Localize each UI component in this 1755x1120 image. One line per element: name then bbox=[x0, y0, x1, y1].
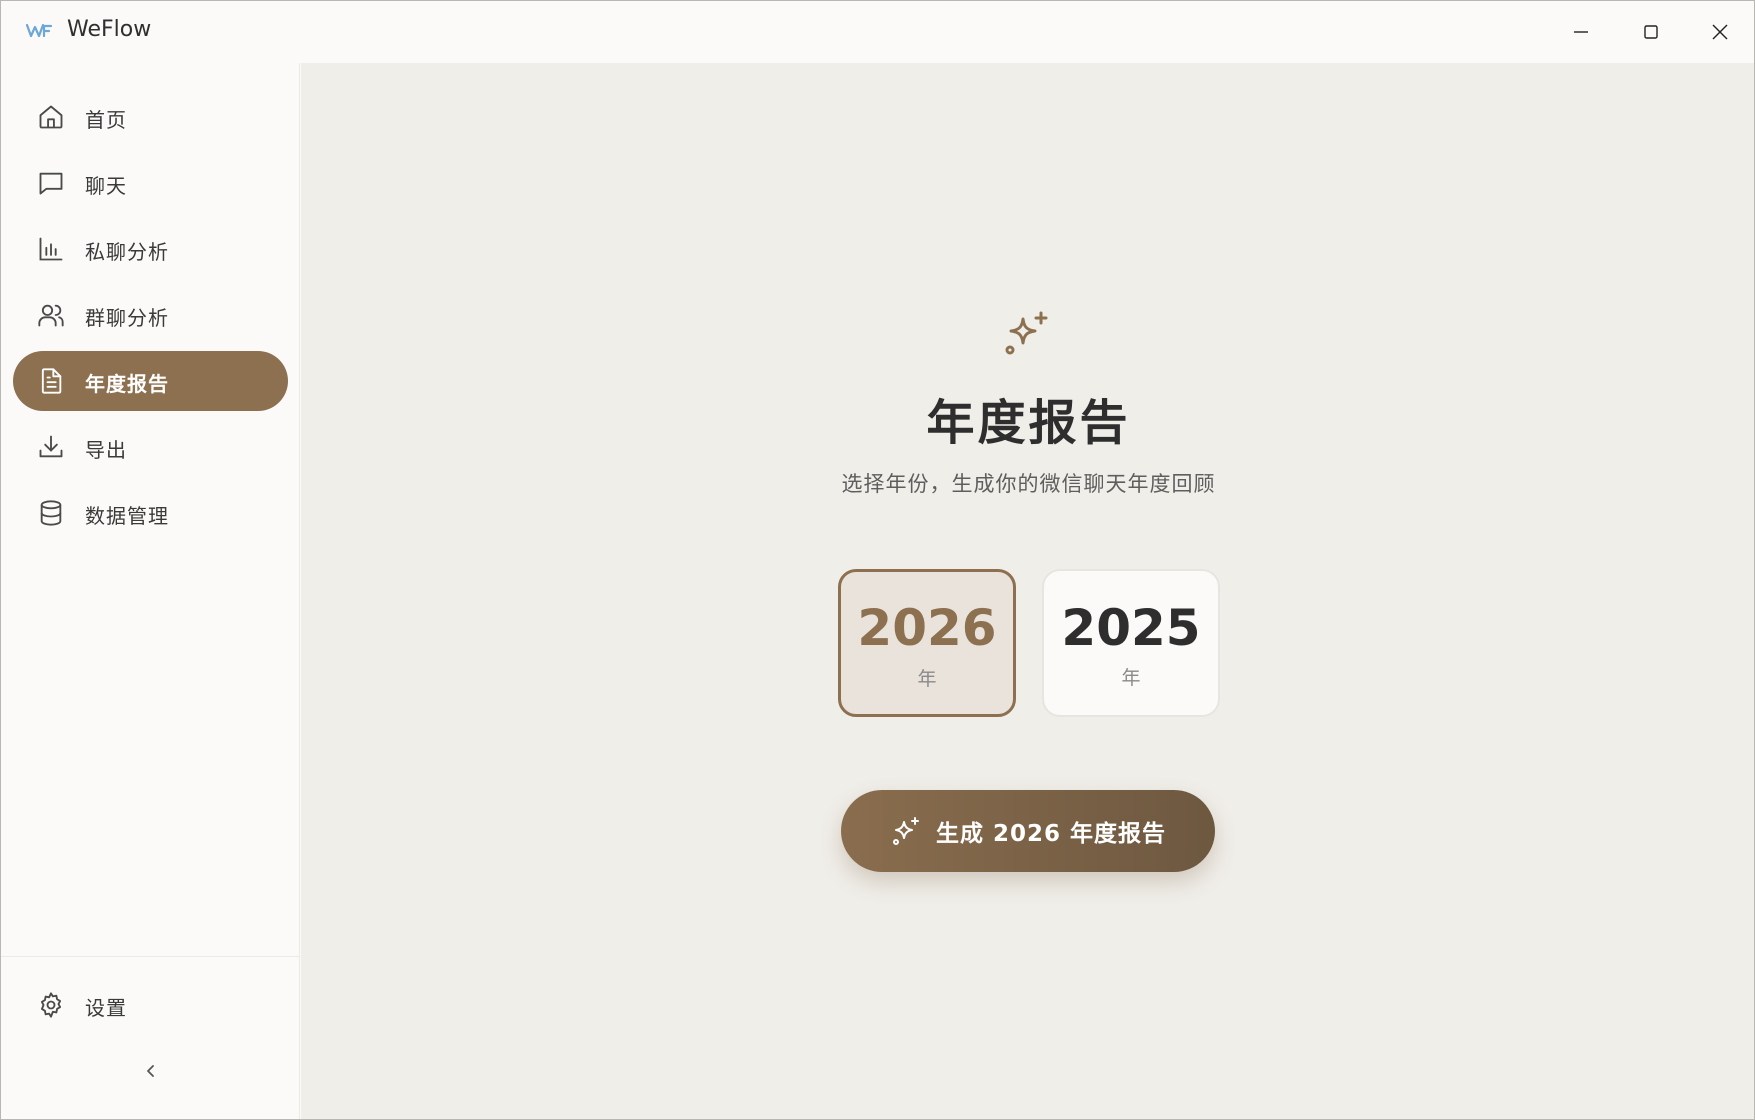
sidebar-item-export[interactable]: 导出 bbox=[13, 417, 288, 477]
sidebar: 首页 聊天 私聊分析 群聊分析 年度报告 导出 数据管理 设置 bbox=[1, 63, 300, 1119]
year-unit: 年 bbox=[1121, 667, 1141, 689]
sidebar-item-group-analysis[interactable]: 群聊分析 bbox=[13, 285, 288, 345]
title-bar: WeFlow bbox=[1, 1, 1754, 63]
sidebar-item-private-analysis[interactable]: 私聊分析 bbox=[13, 219, 288, 279]
year-number: 2025 bbox=[1061, 599, 1201, 657]
maximize-button[interactable] bbox=[1629, 13, 1673, 51]
sidebar-item-chat[interactable]: 聊天 bbox=[13, 153, 288, 213]
download-icon bbox=[37, 433, 65, 461]
app-window: WeFlow 首页 聊天 私聊分析 群聊分析 年度报告 导出 数据管理 设置 年… bbox=[0, 0, 1755, 1120]
sidebar-item-annual-report[interactable]: 年度报告 bbox=[13, 351, 288, 411]
generate-report-button[interactable]: 生成 2026 年度报告 bbox=[841, 790, 1215, 872]
year-unit: 年 bbox=[917, 668, 937, 690]
app-logo-icon bbox=[25, 23, 53, 38]
maximize-icon bbox=[1644, 25, 1658, 39]
sidebar-divider bbox=[1, 956, 300, 957]
sparkles-icon bbox=[1005, 311, 1048, 355]
sidebar-item-data-management[interactable]: 数据管理 bbox=[13, 483, 288, 543]
sidebar-item-settings[interactable]: 设置 bbox=[13, 975, 288, 1035]
sidebar-item-label: 首页 bbox=[85, 108, 127, 132]
year-card-2026[interactable]: 2026 年 bbox=[838, 569, 1016, 717]
sidebar-item-label: 年度报告 bbox=[85, 372, 169, 396]
main-content: 年度报告 选择年份，生成你的微信聊天年度回顾 2026 年 2025 年 生成 … bbox=[301, 63, 1754, 1119]
chat-icon bbox=[37, 169, 65, 197]
sidebar-item-home[interactable]: 首页 bbox=[13, 87, 288, 147]
document-icon bbox=[37, 367, 65, 395]
year-number: 2026 bbox=[857, 599, 997, 657]
sidebar-collapse-button[interactable] bbox=[135, 1055, 167, 1087]
close-button[interactable] bbox=[1698, 13, 1742, 51]
sidebar-item-label: 设置 bbox=[85, 996, 127, 1020]
chevron-left-icon bbox=[147, 1065, 154, 1077]
app-title: WeFlow bbox=[67, 17, 152, 42]
minimize-button[interactable] bbox=[1559, 13, 1603, 51]
gear-icon bbox=[37, 991, 65, 1019]
sidebar-item-label: 聊天 bbox=[85, 174, 127, 198]
sidebar-item-label: 群聊分析 bbox=[85, 306, 169, 330]
minimize-icon bbox=[1574, 31, 1588, 33]
close-icon bbox=[1712, 24, 1728, 40]
page-subtitle: 选择年份，生成你的微信聊天年度回顾 bbox=[841, 472, 1216, 496]
bar-chart-icon bbox=[37, 235, 65, 263]
home-icon bbox=[37, 103, 65, 131]
year-card-2025[interactable]: 2025 年 bbox=[1042, 569, 1220, 717]
sparkles-icon bbox=[890, 815, 922, 847]
users-icon bbox=[37, 301, 65, 329]
page-title: 年度报告 bbox=[926, 395, 1131, 451]
generate-button-label: 生成 2026 年度报告 bbox=[935, 821, 1167, 847]
sidebar-item-label: 私聊分析 bbox=[85, 240, 169, 264]
sidebar-item-label: 导出 bbox=[85, 438, 127, 462]
sidebar-item-label: 数据管理 bbox=[85, 504, 169, 528]
database-icon bbox=[37, 499, 65, 527]
